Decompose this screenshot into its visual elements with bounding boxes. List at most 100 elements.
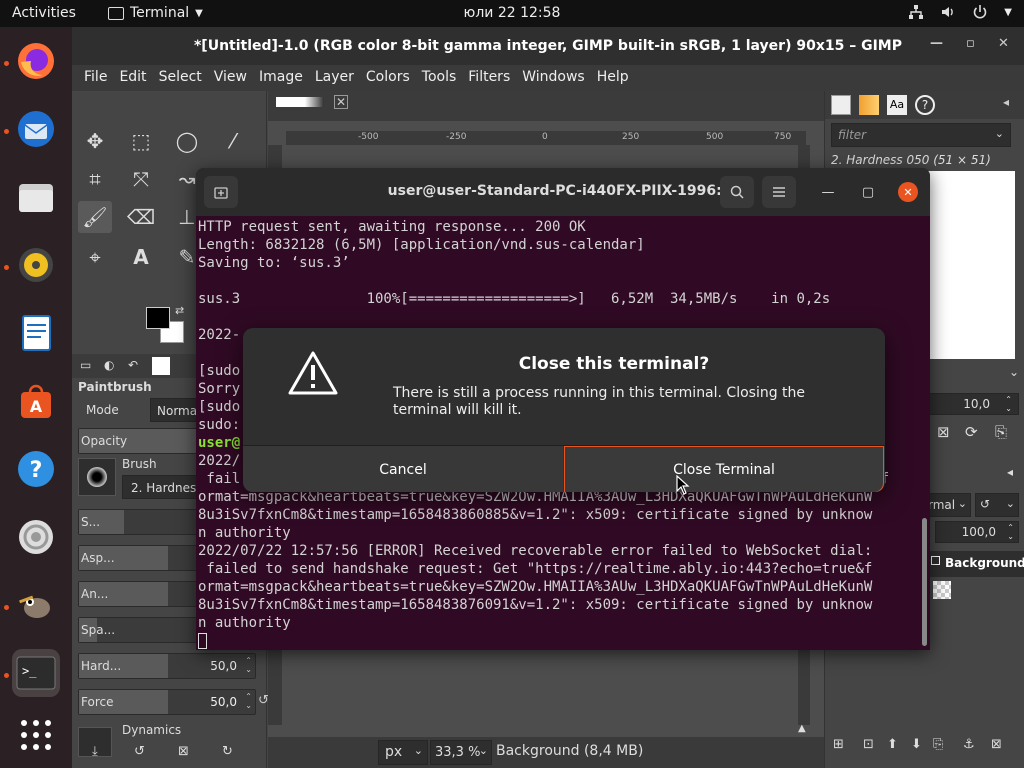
thunderbird-icon[interactable] xyxy=(12,105,60,153)
foreground-color-swatch[interactable] xyxy=(146,307,170,329)
menu-file[interactable]: File xyxy=(78,65,113,91)
spin-buttons-icon[interactable]: ⌃⌄ xyxy=(245,692,252,710)
tool-options-tab-icon[interactable]: ▭ xyxy=(80,358,91,372)
files-icon[interactable] xyxy=(12,173,60,221)
activities-button[interactable]: Activities xyxy=(12,5,76,21)
menu-filters[interactable]: Filters xyxy=(462,65,516,91)
firefox-icon[interactable] xyxy=(12,37,60,85)
help-icon[interactable]: ? xyxy=(12,445,60,493)
app-menu[interactable]: Terminal ▼ xyxy=(108,5,203,21)
minimize-icon[interactable]: — xyxy=(930,36,943,51)
configure-tab-icon[interactable]: ◂ xyxy=(1003,95,1009,109)
lower-layer-icon[interactable]: ⬇ xyxy=(911,737,922,752)
gimp-titlebar[interactable]: *[Untitled]-1.0 (RGB color 8-bit gamma i… xyxy=(72,27,1024,65)
layer-opacity-field[interactable]: 100,0 ⌃ ⌄ xyxy=(935,521,1019,543)
settings-icon[interactable] xyxy=(12,513,60,561)
menu-help[interactable]: Help xyxy=(591,65,635,91)
menu-select[interactable]: Select xyxy=(153,65,208,91)
swap-colors-icon[interactable]: ⇄ xyxy=(175,304,184,317)
network-icon[interactable] xyxy=(908,4,924,20)
terminal-icon[interactable]: >_ xyxy=(12,649,60,697)
undo-history-tab-icon[interactable]: ↶ xyxy=(128,358,138,372)
layer-row[interactable]: Background xyxy=(925,551,1024,577)
gimp-icon[interactable] xyxy=(12,581,60,629)
configure-tab-icon[interactable]: ◂ xyxy=(1007,465,1013,479)
brush-preview[interactable] xyxy=(78,458,116,496)
search-icon[interactable] xyxy=(720,176,754,208)
new-group-icon[interactable]: ⊡ xyxy=(863,737,874,752)
open-brush-editor-icon[interactable]: ⎘ xyxy=(995,423,1007,441)
delete-layer-icon[interactable]: ⊠ xyxy=(991,737,1002,752)
crop-tool-icon[interactable]: ⌗ xyxy=(78,163,112,195)
spin-buttons-icon[interactable]: ⌃⌄ xyxy=(1005,395,1012,413)
move-tool-icon[interactable]: ✥ xyxy=(78,125,112,157)
close-image-icon[interactable]: ✕ xyxy=(334,95,348,109)
device-status-tab-icon[interactable]: ◐ xyxy=(104,358,114,372)
patterns-tab-icon[interactable] xyxy=(859,95,879,115)
fonts-tab-icon[interactable]: Aa xyxy=(887,95,907,115)
hamburger-menu-icon[interactable] xyxy=(762,176,796,208)
anchor-layer-icon[interactable]: ⚓ xyxy=(963,737,975,752)
horizontal-ruler[interactable]: -500 -250 0 250 500 750 xyxy=(286,131,806,145)
terminal-headerbar[interactable]: user@user-Standard-PC-i440FX-PIIX-1996: … xyxy=(196,168,930,216)
brush-filter-input[interactable]: filter ⌄ xyxy=(831,123,1011,147)
rhythmbox-icon[interactable] xyxy=(12,241,60,289)
power-icon[interactable] xyxy=(972,4,988,20)
layer-blend-select[interactable]: ↺ ⌄ xyxy=(975,493,1019,517)
eraser-tool-icon[interactable]: ⌫ xyxy=(124,201,158,233)
clock[interactable]: юли 22 12:58 xyxy=(464,5,561,21)
images-tab-icon[interactable] xyxy=(152,357,170,375)
close-terminal-button[interactable]: Close Terminal xyxy=(564,446,884,492)
raise-layer-icon[interactable]: ⬆ xyxy=(887,737,898,752)
navigate-icon[interactable]: ▲ xyxy=(798,723,806,734)
close-icon[interactable]: ✕ xyxy=(998,36,1009,51)
zoom-select[interactable]: 33,3 % ⌄ xyxy=(430,740,492,765)
show-apps-icon[interactable] xyxy=(12,711,60,759)
menu-image[interactable]: Image xyxy=(253,65,309,91)
maximize-icon[interactable]: ▫ xyxy=(966,36,975,51)
restore-tool-preset-icon[interactable]: ↺ xyxy=(134,744,145,759)
maximize-icon[interactable]: ▢ xyxy=(858,182,878,202)
free-select-tool-icon[interactable]: ◯ xyxy=(170,125,204,157)
reset-tool-options-icon[interactable]: ↻ xyxy=(222,744,233,759)
image-thumbnail[interactable] xyxy=(276,97,324,107)
menu-edit[interactable]: Edit xyxy=(113,65,152,91)
new-layer-icon[interactable]: ⊞ xyxy=(833,737,844,752)
refresh-brushes-icon[interactable]: ⟳ xyxy=(965,423,978,441)
menu-tools[interactable]: Tools xyxy=(416,65,463,91)
menu-colors[interactable]: Colors xyxy=(360,65,416,91)
paths-tool-icon[interactable]: ⌖ xyxy=(78,241,112,273)
minimize-icon[interactable]: — xyxy=(818,182,838,202)
software-icon[interactable]: A xyxy=(12,377,60,425)
menu-layer[interactable]: Layer xyxy=(309,65,360,91)
save-tool-preset-icon[interactable]: ⤓ xyxy=(92,744,98,759)
chevron-down-icon[interactable]: ⌄ xyxy=(1009,365,1019,379)
delete-brush-icon[interactable]: ⊠ xyxy=(937,423,950,441)
brushes-tab-icon[interactable] xyxy=(831,95,851,115)
transform-tool-icon[interactable]: ⤧ xyxy=(124,163,158,195)
slider-5[interactable]: Force 50,0 ⌃ ⌄ xyxy=(78,689,256,715)
delete-tool-preset-icon[interactable]: ⊠ xyxy=(178,744,189,759)
brush-spacing-field[interactable]: 10,0 ⌃ ⌄ xyxy=(915,393,1019,415)
paintbrush-tool-icon[interactable]: 🖌 xyxy=(78,201,112,233)
unit-select[interactable]: px ⌄ xyxy=(378,740,428,765)
rect-select-tool-icon[interactable]: ⬚ xyxy=(124,125,158,157)
system-menu-chevron-icon[interactable]: ▼ xyxy=(1004,7,1012,18)
slider-4[interactable]: Hard... 50,0 ⌃ ⌄ xyxy=(78,653,256,679)
spin-buttons-icon[interactable]: ⌃⌄ xyxy=(245,656,252,674)
layer-mode-select[interactable]: rmal ⌄ xyxy=(925,493,971,517)
document-history-tab-icon[interactable]: ? xyxy=(915,95,935,115)
menu-view[interactable]: View xyxy=(208,65,253,91)
terminal-scrollbar[interactable] xyxy=(922,518,927,646)
fuzzy-select-tool-icon[interactable]: ⁄ xyxy=(216,125,250,157)
close-icon[interactable]: ✕ xyxy=(898,182,918,202)
libreoffice-writer-icon[interactable] xyxy=(12,309,60,357)
text-tool-icon[interactable]: A xyxy=(124,241,158,273)
layer-chain-icon[interactable] xyxy=(931,556,940,565)
spin-buttons-icon[interactable]: ⌃⌄ xyxy=(1007,523,1014,541)
volume-icon[interactable] xyxy=(940,4,956,20)
cancel-button[interactable]: Cancel xyxy=(243,446,563,492)
menu-windows[interactable]: Windows xyxy=(516,65,591,91)
layer-thumbnail[interactable] xyxy=(933,581,951,599)
duplicate-layer-icon[interactable]: ⎘ xyxy=(933,737,943,752)
